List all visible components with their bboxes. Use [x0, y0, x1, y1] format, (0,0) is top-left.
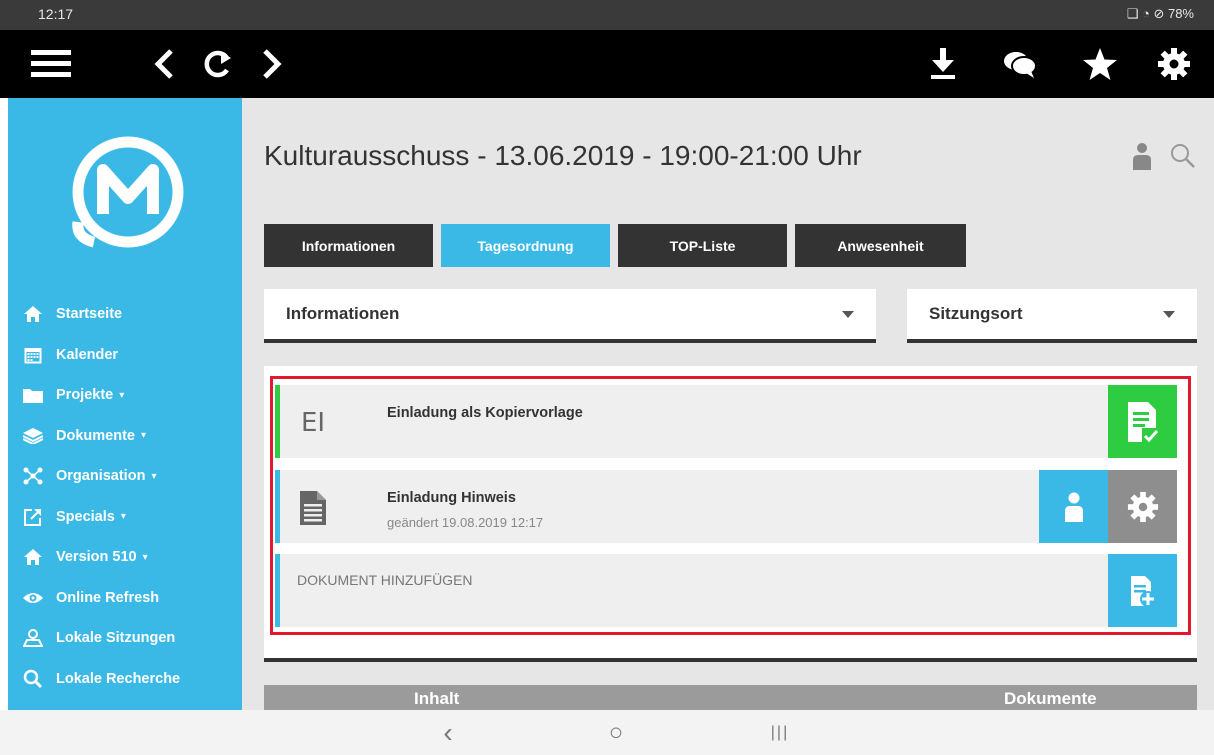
sidebar-item-lokale-sitzungen[interactable]: Lokale Sitzungen [8, 618, 242, 659]
main-content: Kulturausschuss - 13.06.2019 - 19:00-21:… [242, 98, 1214, 710]
tab-informationen[interactable]: Informationen [264, 224, 433, 267]
gear-icon[interactable] [1154, 30, 1194, 98]
document-type-icon: EI [300, 408, 326, 438]
status-time: 12:17 [38, 6, 74, 22]
sidebar-item-kalender[interactable]: Kalender [8, 335, 242, 376]
document-check-icon [1127, 401, 1160, 444]
forward-icon[interactable] [256, 30, 288, 98]
sidebar-item-version[interactable]: Version 510 ▾ [8, 537, 242, 578]
sidebar-item-label: Organisation [56, 468, 146, 485]
home-icon [22, 548, 44, 566]
sidebar: Startseite Kalender Projekte ▾ Dokumente… [8, 98, 242, 710]
m-logo [70, 134, 186, 250]
sidebar-item-label: Version 510 [56, 549, 137, 566]
sidebar-item-online-refresh[interactable]: Online Refresh [8, 578, 242, 619]
external-link-icon [22, 508, 44, 526]
dropdown-label: Sitzungsort [929, 304, 1023, 323]
add-document-row[interactable]: DOKUMENT HINZUFÜGEN [275, 554, 1177, 627]
sidebar-item-organisation[interactable]: Organisation ▾ [8, 456, 242, 497]
add-document-label: DOKUMENT HINZUFÜGEN [297, 572, 473, 588]
document-icon [293, 484, 333, 532]
tab-inhalt[interactable]: Inhalt [414, 689, 459, 709]
sidebar-item-projekte[interactable]: Projekte ▾ [8, 375, 242, 416]
user-icon [1064, 492, 1083, 522]
user-pin-icon [22, 629, 44, 648]
status-bar-indicator [275, 470, 280, 543]
folder-icon [22, 386, 44, 404]
chat-icon[interactable] [1000, 30, 1040, 98]
sidebar-item-label: Startseite [56, 306, 123, 323]
document-modified-date: geändert 19.08.2019 12:17 [387, 515, 544, 530]
document-title: Einladung Hinweis [387, 490, 516, 506]
chevron-down-icon: ▾ [120, 511, 126, 523]
user-icon[interactable] [1132, 142, 1152, 175]
document-row[interactable]: Einladung Hinweis geändert 19.08.2019 12… [275, 470, 1177, 543]
sidebar-item-lokale-recherche[interactable]: Lokale Recherche [8, 659, 242, 700]
chevron-down-icon [1163, 310, 1175, 318]
sidebar-item-label: Online Refresh [56, 589, 160, 606]
nav-recents-button[interactable]: ||| [750, 710, 810, 755]
chevron-down-icon: ▾ [119, 389, 125, 401]
sidebar-item-label: Lokale Sitzungen [56, 630, 176, 647]
document-title: Einladung als Kopiervorlage [387, 405, 583, 421]
chevron-down-icon [842, 310, 854, 318]
tab-dokumente[interactable]: Dokumente [1004, 689, 1097, 709]
informationen-dropdown[interactable]: Informationen [264, 289, 876, 343]
sidebar-nav: Startseite Kalender Projekte ▾ Dokumente… [8, 294, 242, 699]
status-bar-indicator [275, 385, 280, 458]
status-bar-indicator [275, 554, 280, 627]
document-add-icon [1130, 575, 1156, 607]
document-user-button[interactable] [1039, 470, 1108, 543]
page-title: Kulturausschuss - 13.06.2019 - 19:00-21:… [264, 140, 862, 171]
calendar-icon [22, 346, 44, 364]
document-check-button[interactable] [1108, 385, 1177, 458]
download-icon[interactable] [925, 30, 961, 98]
bottom-tab-strip: Inhalt Dokumente [264, 685, 1197, 710]
org-icon [22, 467, 44, 485]
document-panel: EI Einladung als Kopiervorlage Einladung… [264, 366, 1197, 662]
sidebar-item-label: Lokale Recherche [56, 670, 181, 687]
android-nav-bar: ‹ ○ ||| [0, 710, 1214, 755]
tab-tagesordnung[interactable]: Tagesordnung [441, 224, 610, 267]
gear-icon [1127, 491, 1158, 522]
home-icon [22, 305, 44, 323]
tab-top-liste[interactable]: TOP-Liste [618, 224, 787, 267]
title-actions [1132, 142, 1196, 175]
back-icon[interactable] [148, 30, 180, 98]
sidebar-item-label: Dokumente [56, 427, 135, 444]
nav-home-button[interactable]: ○ [586, 710, 646, 755]
add-document-button[interactable] [1108, 554, 1177, 627]
star-icon[interactable] [1080, 30, 1120, 98]
eye-icon [22, 589, 44, 607]
sidebar-item-label: Specials [56, 508, 115, 525]
chevron-down-icon: ▾ [151, 470, 157, 482]
chevron-down-icon: ▾ [142, 551, 148, 563]
sitzungsort-dropdown[interactable]: Sitzungsort [907, 289, 1197, 343]
top-toolbar [0, 30, 1214, 98]
sidebar-item-dokumente[interactable]: Dokumente ▾ [8, 416, 242, 457]
chevron-down-icon: ▾ [140, 430, 146, 442]
tab-anwesenheit[interactable]: Anwesenheit [795, 224, 966, 267]
dropdown-label: Informationen [286, 304, 400, 323]
sidebar-item-label: Projekte [56, 387, 114, 404]
sidebar-item-specials[interactable]: Specials ▾ [8, 497, 242, 538]
nav-back-button[interactable]: ‹ [418, 710, 478, 755]
status-system-icons: ❑ ◔ ⊘ 78% [1126, 6, 1194, 21]
document-row[interactable]: EI Einladung als Kopiervorlage [275, 385, 1177, 458]
document-settings-button[interactable] [1108, 470, 1177, 543]
sidebar-item-startseite[interactable]: Startseite [8, 294, 242, 335]
menu-icon[interactable] [28, 30, 74, 98]
status-bar: 12:17 ❑ ◔ ⊘ 78% [0, 0, 1214, 30]
search-icon [22, 669, 44, 688]
layers-icon [22, 427, 44, 445]
refresh-icon[interactable] [198, 30, 238, 98]
sidebar-item-label: Kalender [56, 346, 119, 363]
search-icon[interactable] [1170, 143, 1196, 174]
